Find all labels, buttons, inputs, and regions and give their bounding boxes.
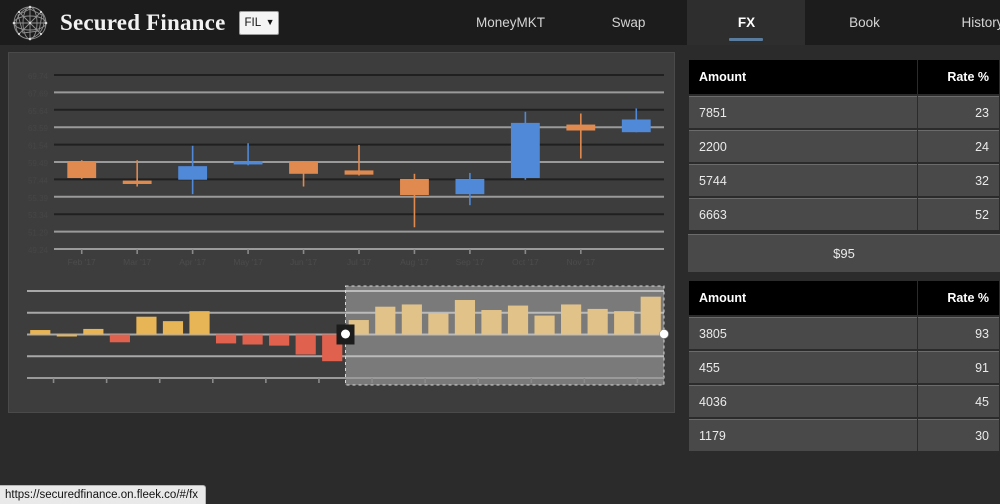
chart-panel: 69.74 67.69 65.64 63.59 61.54 59.49 57.44 55.39… (8, 52, 675, 413)
candle-body[interactable] (67, 161, 96, 178)
x-axis-tick-label: May '17 (233, 257, 263, 267)
ask-amount: 6663 (689, 198, 917, 230)
nav-item-fx[interactable]: FX (687, 0, 805, 45)
table-row[interactable]: 455 91 (689, 351, 999, 383)
bids-table: Amount Rate % 3805 93 455 91 4036 45 117… (688, 279, 1000, 453)
x-axis-tick-label: Feb '17 (68, 257, 96, 267)
candlestick-chart[interactable]: 69.74 67.69 65.64 63.59 61.54 59.49 57.44 55.39… (9, 53, 674, 412)
volume-bar[interactable] (30, 330, 50, 334)
top-navigation-bar: Secured Finance FIL ▼ MoneyMKT Swap FX B… (0, 0, 1000, 45)
volume-bar[interactable] (163, 321, 183, 334)
column-header-amount: Amount (689, 60, 917, 94)
candle-body[interactable] (289, 162, 318, 174)
y-axis-tick-label: 59.49 (28, 159, 49, 168)
volume-bar[interactable] (136, 317, 156, 335)
status-bar: https://securedfinance.on.fleek.co/#/fx (0, 485, 206, 504)
asks-table: Amount Rate % 7851 23 2200 24 5744 32 66… (688, 58, 1000, 232)
table-row[interactable]: 4036 45 (689, 385, 999, 417)
x-axis-tick-label: Nov '17 (567, 257, 596, 267)
candle-body[interactable] (178, 166, 207, 180)
brush-selection-overlay[interactable] (346, 286, 665, 385)
volume-bar[interactable] (189, 311, 209, 334)
asks-header-row: Amount Rate % (689, 60, 999, 94)
table-row[interactable]: 5744 32 (689, 164, 999, 196)
brush-handle-left[interactable] (341, 330, 350, 339)
ask-rate: 52 (918, 198, 999, 230)
chevron-down-icon: ▼ (266, 18, 275, 27)
ask-amount: 5744 (689, 164, 917, 196)
ask-amount: 2200 (689, 130, 917, 162)
x-axis-tick-label: Jun '17 (290, 257, 317, 267)
globe-wireframe-icon (8, 1, 52, 45)
candle-body[interactable] (400, 179, 429, 195)
candle-body[interactable] (345, 170, 374, 174)
bid-rate: 93 (918, 317, 999, 349)
volume-bar[interactable] (83, 329, 103, 335)
volume-bar[interactable] (243, 335, 263, 345)
bid-amount: 1179 (689, 419, 917, 451)
table-row[interactable]: 3805 93 (689, 317, 999, 349)
ask-rate: 23 (918, 96, 999, 128)
y-axis-tick-label: 69.74 (28, 72, 49, 81)
bid-amount: 455 (689, 351, 917, 383)
bid-amount: 3805 (689, 317, 917, 349)
bid-rate: 91 (918, 351, 999, 383)
column-header-rate: Rate % (918, 281, 999, 315)
y-axis-tick-label: 67.69 (28, 89, 49, 98)
y-axis-tick-label: 55.39 (28, 194, 49, 203)
y-axis-tick-label: 51.29 (28, 229, 49, 238)
nav-item-swap[interactable]: Swap (569, 0, 687, 45)
y-axis-tick-label: 49.24 (28, 246, 49, 255)
x-axis-tick-label: Oct '17 (512, 257, 539, 267)
currency-select[interactable]: FIL ▼ (239, 11, 279, 35)
brush-handle-right[interactable] (660, 330, 669, 339)
column-header-amount: Amount (689, 281, 917, 315)
candle-body[interactable] (455, 179, 484, 194)
ask-rate: 24 (918, 130, 999, 162)
volume-bar[interactable] (216, 335, 236, 344)
y-axis-tick-label: 53.34 (28, 211, 49, 220)
table-row[interactable]: 7851 23 (689, 96, 999, 128)
x-axis-tick-label: Sep '17 (456, 257, 485, 267)
candle-body[interactable] (622, 119, 651, 132)
y-axis-tick-label: 61.54 (28, 142, 49, 151)
volume-bar[interactable] (269, 335, 289, 346)
main-nav: MoneyMKT Swap FX Book History (451, 0, 1000, 45)
candle-body[interactable] (123, 181, 152, 184)
bid-amount: 4036 (689, 385, 917, 417)
y-axis-tick-label: 63.59 (28, 124, 49, 133)
ask-rate: 32 (918, 164, 999, 196)
x-axis-tick-label: Mar '17 (123, 257, 151, 267)
bid-rate: 45 (918, 385, 999, 417)
ask-amount: 7851 (689, 96, 917, 128)
table-row[interactable]: 1179 30 (689, 419, 999, 451)
x-axis-tick-label: Apr '17 (179, 257, 206, 267)
table-row[interactable]: 2200 24 (689, 130, 999, 162)
brand-name: Secured Finance (60, 10, 225, 36)
nav-item-moneymkt[interactable]: MoneyMKT (451, 0, 569, 45)
order-book: Amount Rate % 7851 23 2200 24 5744 32 66… (688, 58, 1000, 453)
nav-item-history[interactable]: History (923, 0, 1000, 45)
volume-bar[interactable] (296, 335, 316, 355)
column-header-rate: Rate % (918, 60, 999, 94)
mid-price-row: $95 (688, 234, 1000, 272)
bid-rate: 30 (918, 419, 999, 451)
volume-bar[interactable] (57, 335, 77, 337)
candle-body[interactable] (566, 125, 595, 131)
nav-item-book[interactable]: Book (805, 0, 923, 45)
bids-header-row: Amount Rate % (689, 281, 999, 315)
currency-select-value: FIL (244, 17, 261, 29)
table-row[interactable]: 6663 52 (689, 198, 999, 230)
y-axis-tick-label: 65.64 (28, 107, 49, 116)
candle-body[interactable] (234, 161, 263, 164)
status-bar-url: https://securedfinance.on.fleek.co/#/fx (5, 489, 198, 501)
x-axis-tick-label: Jul '17 (347, 257, 372, 267)
y-axis-tick-label: 57.44 (28, 176, 49, 185)
book-divider (688, 272, 1000, 279)
candle-body[interactable] (511, 123, 540, 178)
brand: Secured Finance FIL ▼ (0, 1, 279, 45)
x-axis-tick-label: Aug '17 (400, 257, 429, 267)
volume-bar[interactable] (110, 335, 130, 343)
